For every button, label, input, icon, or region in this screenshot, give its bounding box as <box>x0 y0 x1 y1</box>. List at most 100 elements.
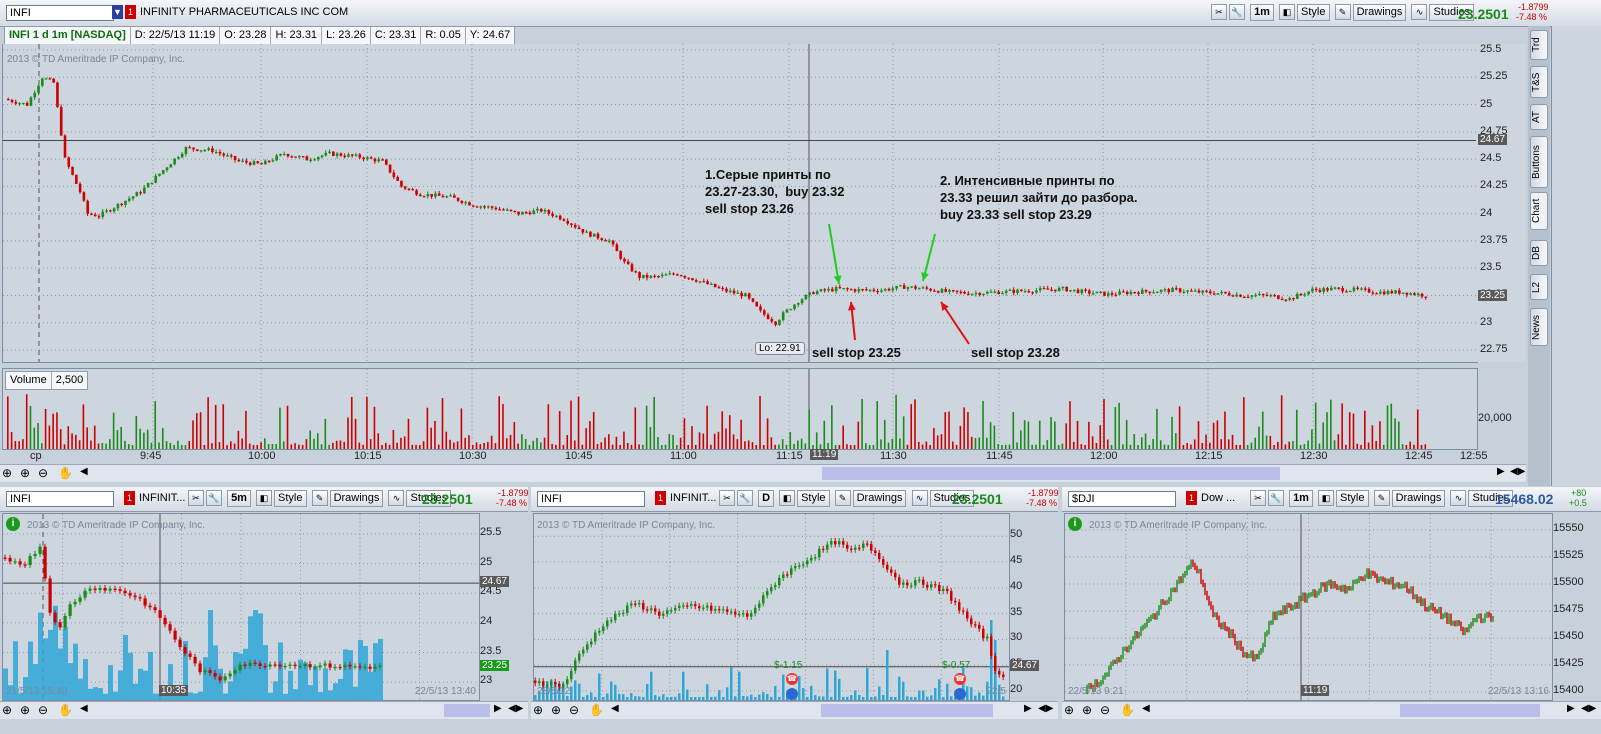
drawings-button[interactable]: Drawings <box>1352 4 1407 21</box>
event-marker-icon-1[interactable] <box>786 688 798 700</box>
candle-body <box>623 258 626 262</box>
wrench-icon[interactable]: 🔧 <box>1268 490 1284 506</box>
zoom-in-icon[interactable]: ⊕ <box>2 703 12 717</box>
link-group-icon[interactable]: 1 <box>125 5 136 19</box>
scroll-left-icon[interactable]: ◀ <box>1142 703 1150 714</box>
zoom-in-icon[interactable]: ⊕ <box>1064 703 1074 717</box>
mini-chart-1[interactable]: 2013 © TD Ameritrade IP Company, Inc. i … <box>2 513 480 701</box>
pan-hand-icon[interactable]: ✋ <box>58 703 73 717</box>
info-icon[interactable]: i <box>6 517 20 531</box>
style-button[interactable]: Style <box>1336 490 1369 507</box>
tab-news[interactable]: News <box>1530 308 1548 346</box>
scroll-thumb[interactable] <box>821 704 993 717</box>
candle-body <box>230 155 233 157</box>
zoom-out-icon[interactable]: ⊕ <box>20 703 30 717</box>
scroll-left-icon[interactable]: ◀ <box>611 703 619 714</box>
volume-chart[interactable]: Volume 2,500 <box>2 368 1478 450</box>
mini-symbol-input-1[interactable]: INFI <box>6 491 114 507</box>
zoom-out-icon[interactable]: ⊕ <box>551 703 561 717</box>
mini-chart-2[interactable]: 2013 © TD Ameritrade IP Company, Inc. 28… <box>533 513 1010 701</box>
scroll-left-icon[interactable]: ◀ <box>80 703 88 714</box>
timeframe-button[interactable]: D <box>758 490 775 507</box>
volume-bar <box>513 422 516 449</box>
pan-hand-icon[interactable]: ✋ <box>589 703 604 717</box>
zoom-fit-icon[interactable]: ⊖ <box>38 703 48 717</box>
volume-bar <box>592 411 595 449</box>
timeframe-button[interactable]: 1m <box>1289 490 1313 507</box>
wrench-icon[interactable]: 🔧 <box>737 490 753 506</box>
expand-icon[interactable]: ◀▶ <box>1510 466 1525 477</box>
mini-link-icon-3[interactable]: 1 <box>1186 491 1197 505</box>
volume-bar <box>782 674 785 700</box>
candle-body <box>1159 289 1163 292</box>
main-scrollbar[interactable]: ⊕ ⊕ ⊖ ✋ ◀ ▶ ◀▶ <box>0 464 1526 482</box>
scroll-right-icon[interactable]: ▶ <box>1567 703 1575 714</box>
price-chart[interactable]: 2013 © TD Ameritrade IP Company, Inc. 1.… <box>2 44 1478 363</box>
scroll-thumb[interactable] <box>1400 704 1540 717</box>
volume-bar <box>728 415 731 449</box>
wrench-icon[interactable]: 🔧 <box>206 490 222 506</box>
symbol-list-icon[interactable]: ▼ <box>112 5 123 19</box>
event-marker-icon-2[interactable] <box>954 688 966 700</box>
scroll-right-icon[interactable]: ▶ <box>1497 466 1505 477</box>
tab-chart[interactable]: Chart <box>1530 192 1548 230</box>
zoom-fit-icon[interactable]: ⊖ <box>569 703 579 717</box>
candle-body <box>348 664 352 667</box>
candle-body <box>619 251 622 259</box>
tab-buttons[interactable]: Buttons <box>1530 136 1548 188</box>
scroll-right-icon[interactable]: ▶ <box>494 703 502 714</box>
tab-trd[interactable]: Trd <box>1530 30 1548 60</box>
expand-icon[interactable]: ◀▶ <box>1038 703 1053 714</box>
mini-scrollbar-3[interactable]: ⊕ ⊕ ⊖ ✋ ◀ ▶ ◀▶ <box>1062 701 1601 719</box>
zoom-out-icon[interactable]: ⊕ <box>1082 703 1092 717</box>
pan-hand-icon[interactable]: ✋ <box>58 466 73 480</box>
zoom-fit-icon[interactable]: ⊖ <box>1100 703 1110 717</box>
mini-symbol-input-3[interactable]: $DJI <box>1068 491 1176 507</box>
tab-l2[interactable]: L2 <box>1530 274 1548 300</box>
scroll-thumb[interactable] <box>822 467 1280 480</box>
tools-icon[interactable]: ✂ <box>1211 4 1227 20</box>
expand-icon[interactable]: ◀▶ <box>508 703 523 714</box>
symbol-input[interactable]: INFI <box>6 5 114 21</box>
drawings-button[interactable]: Drawings <box>852 490 907 507</box>
mini-symbol-input-2[interactable]: INFI <box>537 491 645 507</box>
info-icon[interactable]: i <box>1068 517 1082 531</box>
zoom-out-icon[interactable]: ⊕ <box>20 466 30 480</box>
tools-icon[interactable]: ✂ <box>719 490 735 506</box>
tab-db[interactable]: DB <box>1530 240 1548 266</box>
style-button[interactable]: Style <box>797 490 830 507</box>
tab-times-sales[interactable]: T&S <box>1530 66 1548 98</box>
volume-bar <box>606 693 609 700</box>
timeframe-button[interactable]: 5m <box>227 490 251 507</box>
wrench-icon[interactable]: 🔧 <box>1229 4 1245 20</box>
zoom-fit-icon[interactable]: ⊖ <box>38 466 48 480</box>
scroll-thumb[interactable] <box>444 704 490 717</box>
mini-chart-3[interactable]: 2013 © TD Ameritrade IP Company, Inc. i … <box>1064 513 1553 701</box>
scroll-right-icon[interactable]: ▶ <box>1024 703 1032 714</box>
zoom-in-icon[interactable]: ⊕ <box>2 466 12 480</box>
candle-body <box>1379 291 1382 294</box>
pan-hand-icon[interactable]: ✋ <box>1120 703 1135 717</box>
mini-link-icon-2[interactable]: 1 <box>655 491 666 505</box>
earnings-icon-2[interactable]: ☎ <box>954 673 966 685</box>
candle-body <box>925 287 929 289</box>
zoom-in-icon[interactable]: ⊕ <box>533 703 543 717</box>
drawings-button[interactable]: Drawings <box>1391 490 1446 507</box>
style-button[interactable]: Style <box>274 490 307 507</box>
drawings-button[interactable]: Drawings <box>329 490 384 507</box>
tools-icon[interactable]: ✂ <box>188 490 204 506</box>
tab-active-trader[interactable]: AT <box>1530 104 1548 130</box>
earnings-icon-1[interactable]: ☎ <box>786 673 798 685</box>
candle-body <box>826 544 829 550</box>
volume-bar <box>278 642 283 700</box>
style-button[interactable]: Style <box>1297 4 1330 21</box>
expand-icon[interactable]: ◀▶ <box>1581 703 1596 714</box>
candle-body <box>464 202 467 204</box>
tools-icon[interactable]: ✂ <box>1250 490 1266 506</box>
mini-link-icon-1[interactable]: 1 <box>124 491 135 505</box>
timeframe-button[interactable]: 1m <box>1250 4 1274 21</box>
candle-body <box>838 287 842 289</box>
scroll-left-icon[interactable]: ◀ <box>80 466 88 477</box>
mini-scrollbar-1[interactable]: ⊕ ⊕ ⊖ ✋ ◀ ▶ ◀▶ <box>0 701 528 719</box>
mini-scrollbar-2[interactable]: ⊕ ⊕ ⊖ ✋ ◀ ▶ ◀▶ <box>531 701 1058 719</box>
